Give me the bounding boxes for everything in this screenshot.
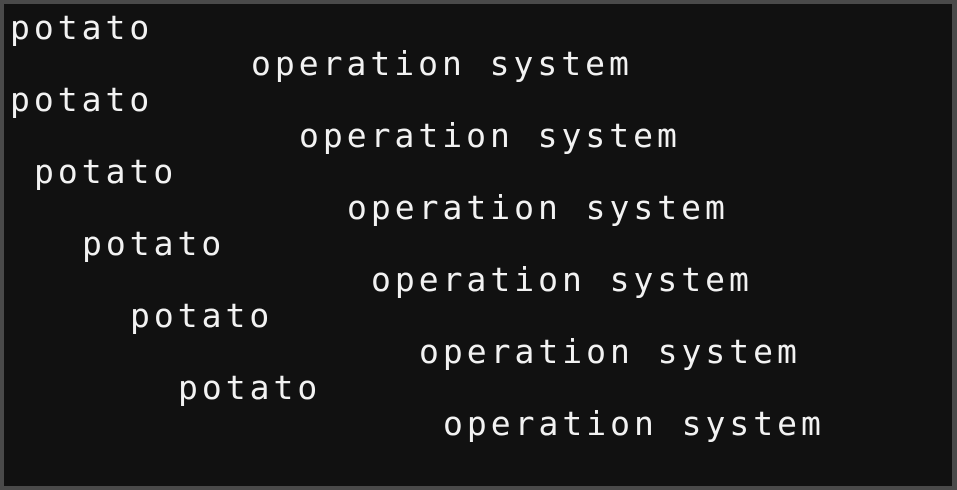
output-word-potato: potato bbox=[178, 368, 322, 407]
output-word-potato: potato bbox=[10, 80, 154, 119]
terminal-window: potato operation system potato operation… bbox=[0, 0, 957, 490]
output-text-operation-system: operation system bbox=[347, 188, 729, 227]
output-line-2: potato operation system bbox=[4, 80, 952, 155]
output-line-5: potato operation system bbox=[4, 296, 952, 371]
output-line-6: potato operation system bbox=[4, 368, 952, 443]
output-text-operation-system: operation system bbox=[419, 332, 801, 371]
output-word-potato: potato bbox=[10, 8, 154, 47]
output-text-operation-system: operation system bbox=[251, 44, 633, 83]
output-word-potato: potato bbox=[130, 296, 274, 335]
output-word-potato: potato bbox=[34, 152, 178, 191]
output-line-4: potato operation system bbox=[4, 224, 952, 299]
output-word-potato: potato bbox=[82, 224, 226, 263]
output-line-3: potato operation system bbox=[4, 152, 952, 227]
output-line-1: potato operation system bbox=[4, 8, 952, 83]
output-text-operation-system: operation system bbox=[443, 404, 825, 443]
output-text-operation-system: operation system bbox=[299, 116, 681, 155]
output-text-operation-system: operation system bbox=[371, 260, 753, 299]
